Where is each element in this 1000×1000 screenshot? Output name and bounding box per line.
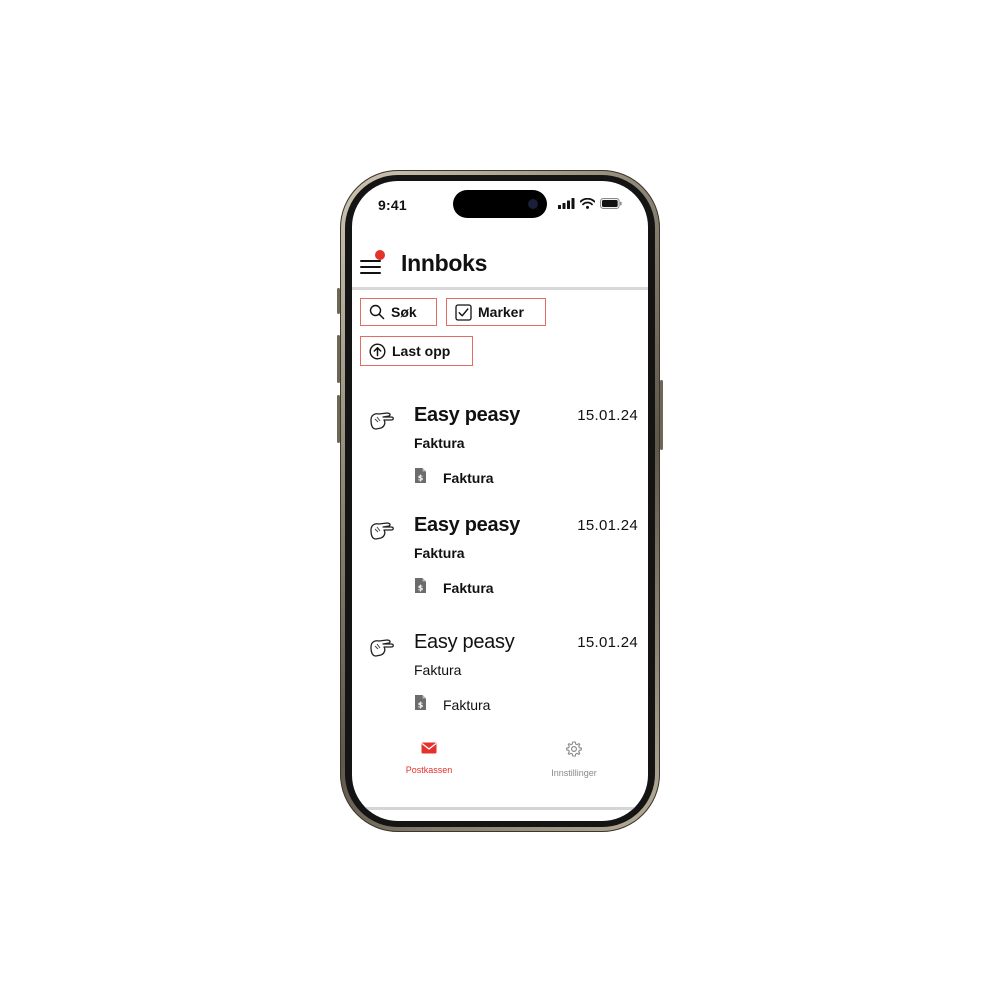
- wifi-icon: [580, 198, 595, 209]
- search-button-label: Søk: [391, 304, 417, 320]
- app-screen: 9:41 Innboks Søk Marker Last opp Easy pe…: [352, 181, 648, 821]
- attachment-name[interactable]: Faktura: [443, 697, 490, 713]
- select-button[interactable]: Marker: [446, 298, 546, 326]
- power-button: [660, 380, 663, 450]
- search-button[interactable]: Søk: [360, 298, 437, 326]
- message-sender: Easy peasy: [414, 631, 515, 653]
- gear-icon: [566, 741, 582, 757]
- svg-text:$: $: [418, 583, 424, 592]
- tab-settings-label: Innstillinger: [551, 768, 597, 778]
- upload-button[interactable]: Last opp: [360, 336, 473, 366]
- message-subject: Faktura: [414, 435, 465, 451]
- svg-text:$: $: [418, 473, 424, 482]
- search-icon: [369, 304, 385, 320]
- menu-button[interactable]: [360, 250, 385, 275]
- volume-up-button: [337, 335, 340, 383]
- battery-icon: [600, 198, 622, 209]
- envelope-icon: [421, 742, 437, 754]
- volume-down-button: [337, 395, 340, 443]
- hand-logo-icon: [370, 412, 394, 430]
- action-button: [337, 288, 340, 314]
- message-subject: Faktura: [414, 662, 462, 678]
- bottom-tab-bar: Postkassen Innstillinger: [352, 741, 648, 797]
- page-title: Innboks: [401, 250, 488, 276]
- app-header: Innboks: [352, 241, 648, 290]
- phone-frame: 9:41 Innboks Søk Marker Last opp Easy pe…: [337, 170, 663, 832]
- hand-logo-icon: [370, 522, 394, 540]
- camera-icon: [528, 199, 538, 209]
- hamburger-icon-line: [360, 260, 381, 262]
- select-button-label: Marker: [478, 304, 524, 320]
- notification-dot: [375, 250, 385, 260]
- message-subject: Faktura: [414, 545, 465, 561]
- tab-mailbox-label: Postkassen: [405, 765, 453, 775]
- message-sender: Easy peasy: [414, 404, 520, 426]
- attachment-name[interactable]: Faktura: [443, 580, 494, 596]
- hamburger-icon-line: [360, 266, 381, 268]
- dynamic-island: [453, 190, 547, 218]
- document-dollar-icon: $: [415, 468, 426, 483]
- message-date: 15.01.24: [577, 517, 638, 534]
- status-time: 9:41: [378, 197, 407, 213]
- bottom-divider: [352, 807, 648, 810]
- checkbox-icon: [455, 303, 472, 321]
- tab-settings[interactable]: Innstillinger: [514, 741, 634, 778]
- svg-text:$: $: [418, 700, 424, 709]
- message-date: 15.01.24: [577, 634, 638, 651]
- message-sender: Easy peasy: [414, 514, 520, 536]
- attachment-name[interactable]: Faktura: [443, 470, 494, 486]
- upload-arrow-icon: [369, 342, 386, 360]
- message-row[interactable]: Easy peasy 15.01.24 Faktura $ Faktura: [352, 514, 648, 610]
- upload-button-label: Last opp: [392, 343, 451, 359]
- message-row[interactable]: Easy peasy 15.01.24 Faktura $ Faktura: [352, 404, 648, 500]
- hamburger-icon-line: [360, 272, 381, 274]
- signal-icon: [558, 198, 575, 209]
- hand-logo-icon: [370, 639, 394, 657]
- status-icons: [558, 198, 622, 209]
- message-date: 15.01.24: [577, 407, 638, 424]
- tab-mailbox[interactable]: Postkassen: [369, 741, 489, 775]
- message-row[interactable]: Easy peasy 15.01.24 Faktura $ Faktura: [352, 631, 648, 727]
- document-dollar-icon: $: [415, 695, 426, 710]
- document-dollar-icon: $: [415, 578, 426, 593]
